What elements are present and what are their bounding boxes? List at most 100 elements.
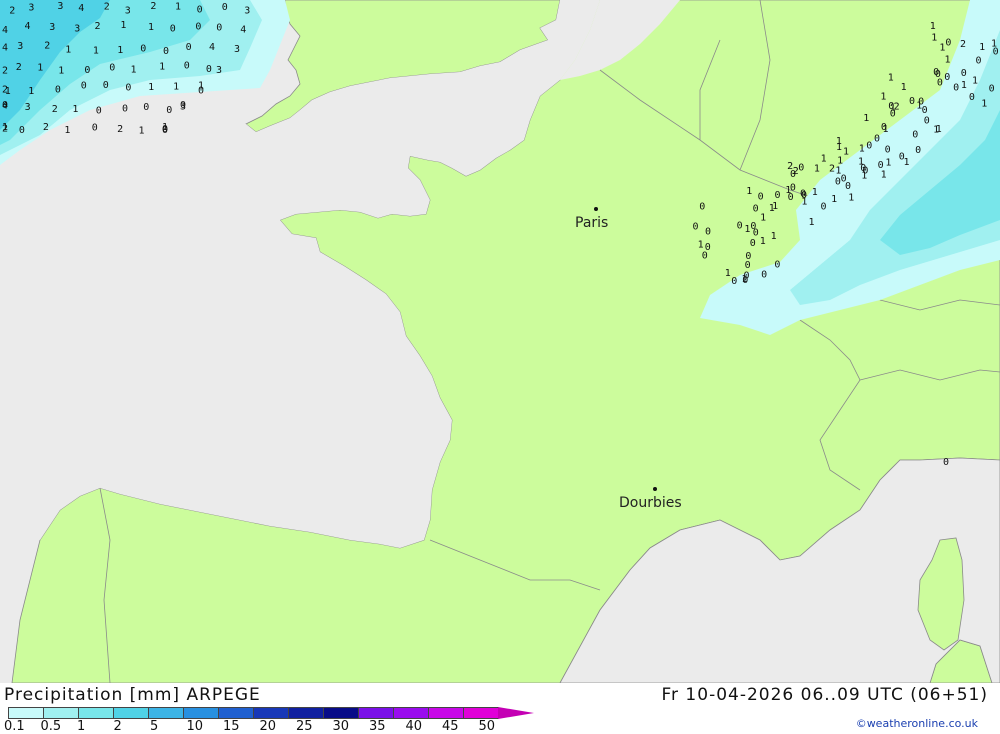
precip-number: 0 [103, 80, 109, 91]
color-legend-label: 10 [187, 719, 204, 734]
color-legend-label: 35 [369, 719, 386, 734]
color-legend-label: 50 [479, 719, 496, 734]
color-legend-swatch [288, 707, 324, 719]
color-legend-label: 30 [333, 719, 350, 734]
color-legend-swatch [323, 707, 359, 719]
precip-number: 4 [240, 25, 246, 36]
color-legend-label: 0.5 [41, 719, 62, 734]
precip-number: 0 [163, 46, 169, 57]
precip-number: 2 [960, 39, 966, 50]
credit-link[interactable]: ©weatheronline.co.uk [856, 717, 978, 730]
precip-number: 0 [798, 163, 804, 174]
precip-number: 0 [55, 85, 61, 96]
precip-number: 1 [831, 194, 837, 205]
color-legend-label: 2 [114, 719, 122, 734]
precip-number: 0 [953, 83, 959, 94]
map-title: Precipitation [mm] ARPEGE [4, 685, 261, 705]
precip-number: 0 [912, 130, 918, 141]
precip-number: 1 [939, 42, 945, 53]
precip-number: 4 [2, 100, 8, 111]
precip-number: 1 [64, 125, 70, 136]
precip-number: 1 [961, 80, 967, 91]
precip-number: 2 [44, 41, 50, 52]
color-legend-label: 25 [296, 719, 313, 734]
precip-number: 1 [725, 268, 731, 279]
precip-number: 0 [222, 2, 228, 13]
precip-number: 3 [244, 5, 250, 16]
precip-number: 1 [131, 65, 137, 76]
precip-number: 0 [866, 141, 872, 152]
precip-number: 0 [761, 270, 767, 281]
color-legend-swatch [358, 707, 394, 719]
map-footer: Precipitation [mm] ARPEGE Fr 10-04-2026 … [0, 683, 1000, 733]
precip-number: 3 [234, 44, 240, 55]
precip-number: 0 [162, 125, 168, 136]
precip-number: 0 [699, 202, 705, 213]
precip-number: 1 [58, 66, 64, 77]
precip-number: 2 [9, 6, 15, 17]
color-legend [8, 707, 534, 719]
precip-number: 1 [760, 236, 766, 247]
color-legend-label: 45 [442, 719, 459, 734]
precip-number: 0 [862, 166, 868, 177]
precip-number: 2 [787, 161, 793, 172]
color-legend-swatch [253, 707, 289, 719]
precip-number: 0 [885, 145, 891, 156]
precip-number: 0 [915, 145, 921, 156]
precip-number: 0 [745, 260, 751, 271]
precip-number: 0 [731, 276, 737, 287]
precip-number: 1 [981, 99, 987, 110]
precip-number: 0 [961, 68, 967, 79]
color-legend-swatch [183, 707, 219, 719]
precip-number: 1 [836, 136, 842, 147]
color-legend-swatch [393, 707, 429, 719]
precip-number: 3 [74, 24, 80, 35]
precip-number: 0 [184, 61, 190, 72]
precip-number: 3 [180, 102, 186, 113]
precip-number: 0 [705, 227, 711, 238]
precip-number: 0 [92, 123, 98, 134]
precip-number: 1 [885, 157, 891, 168]
color-legend-swatch [218, 707, 254, 719]
precip-number: 1 [175, 2, 181, 13]
precip-number: 0 [881, 122, 887, 133]
precip-number: 1 [936, 124, 942, 135]
precip-number: 1 [37, 62, 43, 73]
precip-number: 0 [702, 251, 708, 262]
precip-number: 1 [698, 240, 704, 251]
precip-number: 0 [944, 72, 950, 83]
precip-number: 0 [969, 92, 975, 103]
color-legend-label: 0.1 [4, 719, 25, 734]
precip-number: 2 [104, 1, 110, 12]
city-marker-paris [594, 207, 598, 211]
precip-number: 1 [120, 20, 126, 31]
precip-number: 3 [17, 41, 23, 52]
precip-number: 1 [930, 21, 936, 32]
precip-number: 1 [848, 193, 854, 204]
precip-number: 3 [49, 22, 55, 33]
precip-number: 0 [890, 109, 896, 120]
precip-number: 1 [881, 170, 887, 181]
precip-number: 1 [159, 61, 165, 72]
color-legend-labels: 0.10.5125101520253035404550 [0, 719, 560, 733]
precip-number: 1 [746, 186, 752, 197]
precip-number: 4 [25, 21, 31, 32]
precip-number: 1 [65, 44, 71, 55]
precip-number: 1 [863, 113, 869, 124]
precip-number: 3 [25, 102, 31, 113]
precip-number: 1 [931, 33, 937, 44]
precip-number: 1 [173, 82, 179, 93]
precip-number: 1 [771, 231, 777, 242]
precip-number: 0 [922, 105, 928, 116]
precip-number: 0 [216, 23, 222, 34]
color-legend-label: 20 [260, 719, 277, 734]
precip-number: 0 [909, 96, 915, 107]
precip-number: 2 [117, 124, 123, 135]
precip-number: 1 [843, 146, 849, 157]
precip-number: 1 [979, 42, 985, 53]
precip-number: 2 [43, 122, 49, 133]
precip-number-nice: 0 [943, 457, 949, 468]
city-label-dourbies: Dourbies [619, 495, 682, 511]
color-legend-swatch [148, 707, 184, 719]
precip-number: 2 [95, 21, 101, 32]
